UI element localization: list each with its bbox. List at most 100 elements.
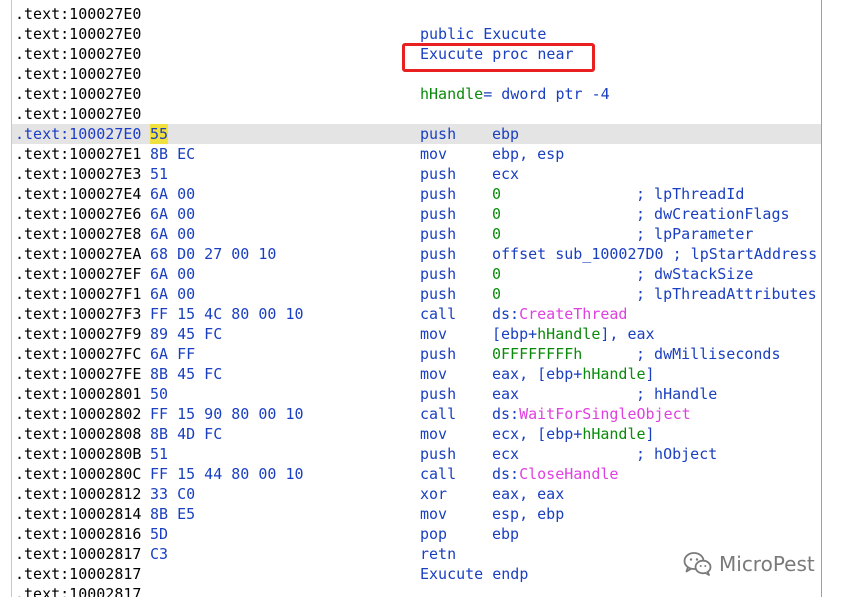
mnemonic: mov bbox=[420, 505, 448, 523]
operands: 0 bbox=[492, 204, 501, 224]
opcode-bytes: 5D bbox=[150, 525, 169, 543]
opcode-bytes: 6A 00 bbox=[150, 205, 196, 223]
listing-row[interactable]: .text:100027E6 6A 00 push 0 ; dwCreationFlag… bbox=[12, 204, 821, 224]
listing-row[interactable]: .text:100027E0 hHandle= dword ptr -4 bbox=[12, 84, 821, 104]
address: .text:100027F1 bbox=[15, 285, 142, 303]
mnemonic: push bbox=[420, 285, 457, 303]
listing-row[interactable]: .text:100027FC 6A FF push 0FFFFFFFFh ; dwMil… bbox=[12, 344, 821, 364]
listing-row[interactable]: .text:100027E0 55 push ebp bbox=[12, 124, 821, 144]
watermark-text: MicroPest bbox=[719, 552, 815, 576]
operand-part: 0 bbox=[492, 225, 502, 243]
address: .text:10002817 bbox=[15, 565, 142, 583]
listing-row[interactable]: .text:10002816 5D pop ebp bbox=[12, 524, 821, 544]
api-name[interactable]: WaitForSingleObject bbox=[519, 405, 691, 423]
listing-row[interactable]: .text:100027E4 6A 00 push 0 ; lpThreadId bbox=[12, 184, 821, 204]
operands: 0FFFFFFFFh bbox=[492, 344, 582, 364]
address: .text:10002817 bbox=[15, 545, 142, 563]
wechat-icon bbox=[683, 552, 712, 576]
api-name[interactable]: CreateThread bbox=[519, 305, 627, 323]
address: .text:10002812 bbox=[15, 485, 142, 503]
opcode-bytes: 8B 45 FC bbox=[150, 365, 223, 383]
listing-row[interactable]: .text:100027F9 89 45 FC mov [ebp+hHandle], … bbox=[12, 324, 821, 344]
listing-row[interactable]: .text:10002817 bbox=[12, 584, 821, 597]
listing-row[interactable]: .text:10002812 33 C0 xor eax, eax bbox=[12, 484, 821, 504]
variable-ref[interactable]: hHandle bbox=[537, 325, 600, 343]
address: .text:10002817 bbox=[15, 585, 142, 597]
listing-row[interactable]: .text:100027F1 6A 00 push 0 ; lpThreadAttrib… bbox=[12, 284, 821, 304]
address: .text:100027FE bbox=[15, 365, 142, 383]
listing-row[interactable]: .text:100027EF 6A 00 push 0 ; dwStackSize bbox=[12, 264, 821, 284]
comment: ; hObject bbox=[636, 445, 718, 463]
listing-row[interactable]: .text:100027E3 51 push ecx bbox=[12, 164, 821, 184]
mnemonic: mov bbox=[420, 325, 448, 343]
opcode-bytes: 33 C0 bbox=[150, 485, 196, 503]
operands: ebp bbox=[492, 124, 519, 144]
operands: 0 bbox=[492, 224, 501, 244]
api-name[interactable]: CloseHandle bbox=[519, 465, 618, 483]
comment: ; lpThreadId bbox=[636, 185, 745, 203]
listing-row[interactable]: .text:100027FE 8B 45 FC mov eax, [ebp+hHand… bbox=[12, 364, 821, 384]
disassembly-listing[interactable]: .text:100027E0 .text:100027E0 public Exucu… bbox=[0, 0, 822, 597]
listing-row[interactable]: .text:10002814 8B E5 mov esp, ebp bbox=[12, 504, 821, 524]
address: .text:100027E0 bbox=[15, 85, 142, 103]
address: .text:100027E0 bbox=[15, 25, 142, 43]
mnemonic: call bbox=[420, 405, 457, 423]
listing-row[interactable]: .text:100027E0 public Exucute bbox=[12, 24, 821, 44]
operands: [ebp+hHandle], eax bbox=[492, 324, 655, 344]
operand-part: ] bbox=[645, 365, 655, 383]
listing-row[interactable]: .text:100027EA 68 D0 27 00 10 push offset s… bbox=[12, 244, 821, 264]
comment: ; lpParameter bbox=[636, 225, 754, 243]
opcode-bytes: 6A FF bbox=[150, 345, 196, 363]
listing-row[interactable]: .text:10002801 50 push eax ; hHandle bbox=[12, 384, 821, 404]
listing-row[interactable]: .text:100027E0 bbox=[12, 104, 821, 124]
listing-row[interactable]: .text:10002808 8B 4D FC mov ecx, [ebp+hHand… bbox=[12, 424, 821, 444]
comment: ; hHandle bbox=[636, 385, 718, 403]
operands: 0 bbox=[492, 284, 501, 304]
listing-row[interactable]: .text:100027E1 8B EC mov ebp, esp bbox=[12, 144, 821, 164]
operand-part: 0 bbox=[492, 205, 502, 223]
variable-ref[interactable]: hHandle bbox=[582, 425, 645, 443]
opcode-bytes: 6A 00 bbox=[150, 265, 196, 283]
opcode-bytes: 8B E5 bbox=[150, 505, 196, 523]
listing-row[interactable]: .text:100027F3 FF 15 4C 80 00 10 call ds:Cr… bbox=[12, 304, 821, 324]
operands: ecx bbox=[492, 444, 519, 464]
operand-part: 0 bbox=[492, 185, 502, 203]
operands: ebp bbox=[492, 524, 519, 544]
address: .text:100027E0 bbox=[15, 105, 142, 123]
address: .text:100027E0 bbox=[15, 65, 142, 83]
address: .text:100027E8 bbox=[15, 225, 142, 243]
operand-part: ecx bbox=[492, 445, 520, 463]
opcode-bytes: 50 bbox=[150, 385, 169, 403]
opcode-bytes: FF 15 4C 80 00 10 bbox=[150, 305, 304, 323]
mnemonic: mov bbox=[420, 365, 448, 383]
operand-part: [ebp+ bbox=[492, 325, 538, 343]
address: .text:10002801 bbox=[15, 385, 142, 403]
listing-row[interactable]: .text:1000280C FF 15 44 80 00 10 call ds:Cl… bbox=[12, 464, 821, 484]
operands: 0 bbox=[492, 184, 501, 204]
operands: 0 bbox=[492, 264, 501, 284]
address: .text:1000280C bbox=[15, 465, 142, 483]
opcode-bytes: 51 bbox=[150, 165, 169, 183]
mnemonic: push bbox=[420, 385, 457, 403]
decl-part: hHandle bbox=[420, 85, 484, 103]
mnemonic: push bbox=[420, 445, 457, 463]
operand-part: ebp, esp bbox=[492, 145, 565, 163]
address: .text:10002802 bbox=[15, 405, 142, 423]
operand-part: ds: bbox=[492, 405, 520, 423]
mnemonic: retn bbox=[420, 545, 457, 563]
directive: public Exucute bbox=[420, 25, 547, 43]
operands: ebp, esp bbox=[492, 144, 564, 164]
opcode-bytes: 6A 00 bbox=[150, 225, 196, 243]
address: .text:100027F9 bbox=[15, 325, 142, 343]
listing-row[interactable]: .text:1000280B 51 push ecx ; hObject bbox=[12, 444, 821, 464]
variable-ref[interactable]: hHandle bbox=[582, 365, 645, 383]
proc-annotation-box bbox=[402, 43, 595, 72]
listing-row[interactable]: .text:10002802 FF 15 90 80 00 10 call ds:Wa… bbox=[12, 404, 821, 424]
comment: ; dwCreationFlags bbox=[636, 205, 790, 223]
listing-row[interactable]: .text:100027E0 bbox=[12, 4, 821, 24]
watermark: MicroPest bbox=[683, 550, 815, 578]
opcode-bytes: C3 bbox=[150, 545, 169, 563]
opcode-bytes: 6A 00 bbox=[150, 285, 196, 303]
listing-row[interactable]: .text:100027E8 6A 00 push 0 ; lpParameter bbox=[12, 224, 821, 244]
mnemonic: push bbox=[420, 245, 457, 263]
